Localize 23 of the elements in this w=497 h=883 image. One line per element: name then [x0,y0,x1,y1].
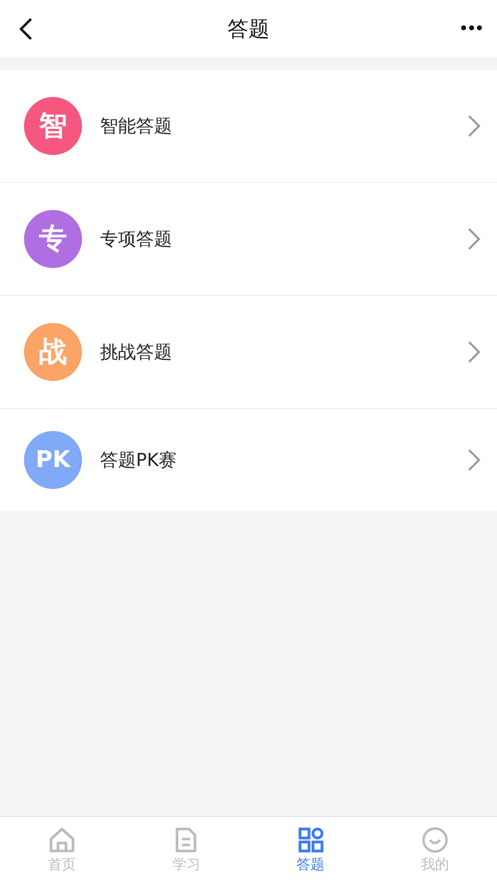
page-title: 答题 [228,16,270,42]
more-button[interactable]: ••• [459,20,483,36]
tab[interactable]: 答题 [248,817,373,883]
menu-item[interactable]: PK 答题PK赛 [0,409,497,511]
chevron-icon [467,448,481,472]
back-icon [18,16,34,40]
menu-item[interactable]: 战 挑战答题 [0,296,497,409]
category-badge: 专 [24,210,82,268]
item-label: 智能答题 [100,115,173,138]
smile-icon [420,826,449,854]
grid-icon [296,826,325,854]
menu-item[interactable]: 专 专项答题 [0,183,497,296]
category-badge: 智 [24,97,82,155]
item-label: 专项答题 [100,228,173,251]
item-label: 挑战答题 [100,341,173,364]
chevron-icon [467,114,481,138]
home-icon [48,826,76,854]
menu-item[interactable]: 智 智能答题 [0,70,497,183]
category-badge: 战 [24,323,82,381]
chevron-icon [467,227,481,251]
category-badge: PK [24,431,82,489]
item-label: 答题PK赛 [100,449,178,472]
chevron-icon [467,340,481,364]
